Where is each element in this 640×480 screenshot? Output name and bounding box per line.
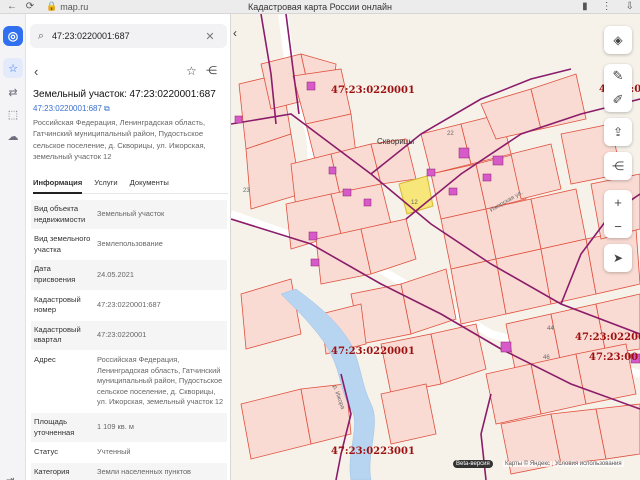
lot-number: 12 xyxy=(411,200,418,206)
tab-information[interactable]: Информация xyxy=(33,176,83,194)
collapse-panel-icon[interactable]: ‹ xyxy=(233,26,245,44)
quarter-label-right2: 47:23:00 xyxy=(589,352,638,363)
favorites-icon[interactable]: ☆ xyxy=(3,58,23,78)
back-chevron-icon[interactable]: ‹ xyxy=(34,64,38,79)
row-key: Вид объекта недвижимости xyxy=(34,204,86,224)
lot-number: 44 xyxy=(547,326,554,332)
table-row: Кадастровый номер 47:23:0220001:687 xyxy=(31,291,227,321)
quarter-label-bottom: 47:23:0223001 xyxy=(331,446,415,457)
grid-icon[interactable]: ⬚ xyxy=(3,104,23,124)
copy-icon[interactable]: ⧉ xyxy=(104,104,110,113)
row-value: Земельный участок xyxy=(97,209,165,219)
parcel-title: Земельный участок: 47:23:0220001:687 xyxy=(33,89,216,100)
map-canvas[interactable]: 47:23:0220001 47:23:02 47:23:0220001 47:… xyxy=(231,14,640,480)
tab-documents[interactable]: Документы xyxy=(130,176,169,193)
table-row: Категория Земли населенных пунктов xyxy=(31,462,227,480)
url-bar[interactable]: 🔒 map.ru xyxy=(46,1,88,12)
star-icon[interactable]: ☆ xyxy=(186,64,197,78)
row-key: Площадь уточненная xyxy=(34,416,75,437)
downloads-icon[interactable]: ⇩ xyxy=(626,1,634,12)
locate-icon[interactable]: ➤ xyxy=(604,244,632,272)
page-title: Кадастровая карта России онлайн xyxy=(247,1,393,12)
map-copyright[interactable]: Карты © Яндекс xyxy=(503,461,553,467)
browser-toolbar: ← ⟳ 🔒 map.ru Кадастровая карта России он… xyxy=(0,0,640,14)
parcel-id-text: 47:23:0220001:687 xyxy=(33,104,102,113)
card-header: ‹ ☆ ⋲ xyxy=(26,62,230,82)
row-key: Вид земельного участка xyxy=(34,234,91,254)
ruler-icon[interactable]: ✎ xyxy=(604,64,632,88)
row-key: Статус xyxy=(34,447,59,457)
app-rail: ◎ ☆ ⇄ ⬚ ☁ ⇥ xyxy=(0,14,26,480)
row-key: Адрес xyxy=(34,354,56,364)
table-row: Площадь уточненная 1 109 кв. м xyxy=(31,412,227,444)
table-row: Дата присвоения 24.05.2021 xyxy=(31,260,227,291)
row-value: 24.05.2021 xyxy=(97,269,134,279)
info-tabs: Информация Услуги Документы xyxy=(33,176,228,194)
row-value: 47:23:0220001 xyxy=(97,330,147,340)
cadastral-map[interactable]: 47:23:0220001 47:23:02 47:23:0220001 47:… xyxy=(231,14,640,480)
search-icon: ⌕ xyxy=(37,29,45,42)
properties-table: Вид объекта недвижимости Земельный участо… xyxy=(31,200,227,480)
row-value: Земли населенных пунктов xyxy=(97,466,191,476)
lot-number: 23 xyxy=(243,188,250,194)
row-key: Категория xyxy=(34,466,70,476)
cloud-icon[interactable]: ☁ xyxy=(3,126,23,146)
beta-badge: Beta-версия xyxy=(453,460,493,468)
parcel-address: Российская Федерация, Ленинградская обла… xyxy=(33,118,206,162)
layers-icon[interactable]: ◈ xyxy=(604,26,632,54)
plus-icon[interactable]: + xyxy=(604,190,632,214)
lot-number: 46 xyxy=(543,355,550,361)
row-value: Учтенный xyxy=(97,447,131,457)
selected-parcel[interactable] xyxy=(398,175,434,215)
menu-icon[interactable]: ⋮ xyxy=(602,1,612,12)
minus-icon[interactable]: − xyxy=(604,214,632,238)
search-input[interactable] xyxy=(52,31,200,41)
clear-search-icon[interactable]: ✕ xyxy=(200,30,220,43)
edit-icon[interactable]: ✐ xyxy=(604,88,632,112)
lot-number: 22 xyxy=(447,131,454,137)
share-icon[interactable]: ⋲ xyxy=(206,64,217,77)
yandex-logo-icon[interactable]: ◎ xyxy=(3,26,23,46)
table-row: Статус Учтенный xyxy=(31,443,227,463)
map-share-icon[interactable]: ⋲ xyxy=(604,152,632,180)
search-box: ⌕ ✕ xyxy=(30,24,227,48)
refresh-icon[interactable]: ⟳ xyxy=(24,1,36,13)
row-value: Землепользование xyxy=(97,239,163,249)
row-value: 47:23:0220001:687 xyxy=(97,299,161,309)
quarter-label-mid: 47:23:0220001 xyxy=(331,346,415,357)
parcel-id-link[interactable]: 47:23:0220001:687 ⧉ xyxy=(33,104,110,114)
village-label: Скворицы xyxy=(377,137,414,146)
logout-icon[interactable]: ⇥ xyxy=(6,475,14,480)
row-key: Кадастровый номер xyxy=(34,294,81,315)
row-key: Кадастровый квартал xyxy=(34,324,81,345)
table-row: Кадастровый квартал 47:23:0220001 xyxy=(31,320,227,351)
lock-icon: 🔒 xyxy=(46,1,58,11)
row-value: Российская Федерация, Ленинградская обла… xyxy=(97,354,224,407)
table-row: Адрес Российская Федерация, Ленинградская… xyxy=(31,351,227,413)
upload-icon[interactable]: ⇪ xyxy=(604,118,632,146)
table-row: Вид земельного участка Землепользование xyxy=(31,230,227,261)
url-text: map.ru xyxy=(60,1,89,12)
terms-link[interactable]: Условия использования xyxy=(553,461,624,467)
table-row: Вид объекта недвижимости Земельный участо… xyxy=(31,200,227,231)
quarter-label-right1: 47:23:0220001 xyxy=(575,332,640,343)
quarter-label-top: 47:23:0220001 xyxy=(331,85,415,96)
row-key: Дата присвоения xyxy=(34,264,76,284)
tab-services[interactable]: Услуги xyxy=(94,176,117,193)
bookmark-icon[interactable]: ▮ xyxy=(582,1,588,12)
property-panel: ⌕ ✕ ‹ ☆ ⋲ Земельный участок: 47:23:02200… xyxy=(26,14,231,480)
back-icon[interactable]: ← xyxy=(6,1,18,13)
row-value: 1 109 кв. м xyxy=(97,422,134,432)
routes-icon[interactable]: ⇄ xyxy=(3,82,23,102)
